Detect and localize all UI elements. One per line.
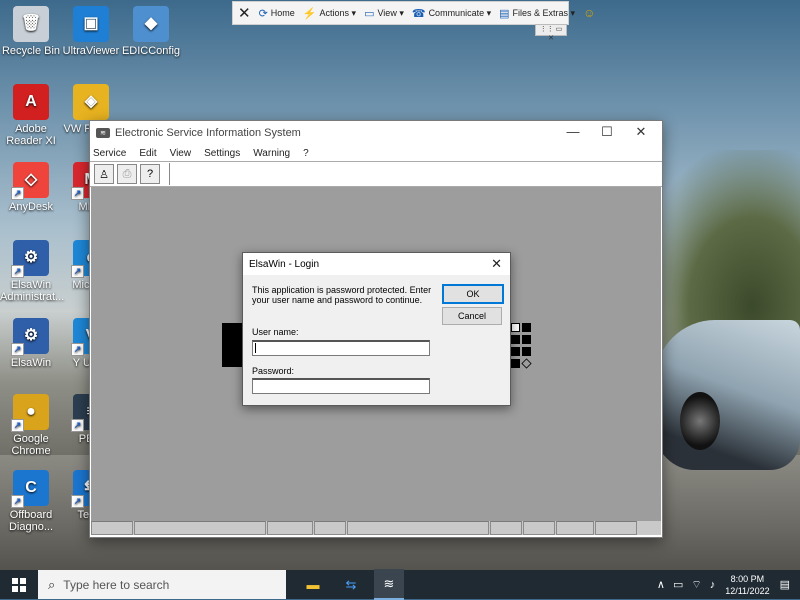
tv-feedback-button[interactable]: ☺ — [583, 6, 595, 20]
battery-icon[interactable]: ▭ — [673, 578, 683, 591]
home-icon: ⟳ — [258, 7, 268, 20]
print-icon[interactable]: ⎙ — [117, 164, 137, 184]
toolbar: ♙ ⎙ ? — [90, 161, 662, 187]
volume-icon[interactable]: ♪ — [710, 579, 716, 591]
desktop-icon-label: Recycle Bin — [1, 45, 61, 57]
elsawin-admin-icon: ⚙ — [11, 240, 49, 278]
anydesk-icon: ◇ — [11, 162, 49, 200]
tv-files-extras-button[interactable]: ▤ Files & Extras ▾ — [499, 7, 575, 20]
desktop-icon-label: AnyDesk — [8, 201, 54, 213]
desktop-icon[interactable]: ⚙ElsaWin Administrat... — [0, 240, 65, 303]
taskbar-search[interactable]: ⌕ Type here to search — [38, 570, 286, 599]
dialog-message: This application is password protected. … — [252, 285, 432, 305]
login-dialog: ElsaWin - Login ✕ This application is pa… — [242, 252, 511, 406]
desktop-icon[interactable]: ▣ UltraViewer — [60, 6, 122, 57]
ultraviewer-icon: ▣ — [73, 6, 109, 42]
desktop-icon[interactable]: A Adobe Reader XI — [0, 84, 62, 147]
dialog-titlebar[interactable]: ElsaWin - Login ✕ — [243, 253, 510, 275]
system-tray: ∧ ▭ ⌔ ♪ 8:00 PM 12/11/2022 ▤ — [653, 570, 800, 599]
tv-communicate-button[interactable]: ☎ Communicate ▾ — [412, 7, 491, 20]
files-icon: ▤ — [499, 7, 510, 20]
communicate-icon: ☎ — [411, 7, 426, 20]
ediconfig-icon: ◆ — [133, 6, 169, 42]
menu-settings[interactable]: Settings — [204, 148, 240, 159]
elsawin-icon: ⚙ — [11, 318, 49, 356]
desktop-icon[interactable]: ●Google Chrome — [0, 394, 62, 457]
close-icon[interactable]: ✕ — [238, 4, 251, 22]
menu-help[interactable]: ? — [303, 148, 309, 159]
dialog-title: ElsaWin - Login — [249, 258, 320, 270]
desktop-icon-label: Google Chrome — [11, 433, 51, 457]
view-icon: ▭ — [364, 7, 375, 20]
wifi-icon[interactable]: ⌔ — [691, 578, 701, 592]
toolbar-separator — [169, 163, 170, 185]
system-clock[interactable]: 8:00 PM 12/11/2022 — [725, 573, 769, 597]
maximize-button[interactable]: ☐ — [590, 121, 624, 143]
teamviewer-toolbar: ✕ ⟳ Home ⚡ Actions ▾ ▭ View ▾ ☎ Communicate … — [232, 1, 595, 25]
clock-time: 8:00 PM — [730, 573, 765, 584]
menu-service[interactable]: Service — [93, 148, 126, 159]
password-label: Password: — [252, 366, 295, 376]
text-caret — [255, 343, 256, 353]
tray-chevron-icon[interactable]: ∧ — [657, 578, 665, 591]
user-name-label: User name: — [252, 327, 299, 337]
desktop-icon-label: UltraViewer — [62, 45, 120, 57]
tv-actions-button[interactable]: ⚡ Actions ▾ — [303, 7, 356, 20]
elsawin-logo-right — [511, 323, 537, 369]
desktop-icon[interactable]: 🗑 Recycle Bin — [0, 6, 62, 57]
elsawin-taskbar-icon[interactable]: ≋ — [374, 569, 404, 600]
search-placeholder: Type here to search — [63, 577, 170, 592]
desktop-icon-label: Offboard Diagno... — [8, 509, 54, 533]
vw-pdx-icon: ◈ — [73, 84, 109, 120]
windows-icon — [12, 577, 26, 592]
desktop-icon-label: ElsaWin Administrat... — [0, 279, 65, 303]
actions-icon: ⚡ — [302, 7, 317, 20]
status-bar — [91, 521, 661, 535]
desktop-icon-label: ElsaWin — [10, 357, 52, 369]
wallpaper-car-wheel — [680, 392, 720, 450]
app-icon: ≋ — [96, 128, 110, 138]
desktop-icon-label: Adobe Reader XI — [6, 123, 56, 147]
wallpaper-car — [655, 320, 800, 470]
password-field[interactable] — [252, 378, 430, 394]
window-title: Electronic Service Information System — [115, 127, 301, 139]
desktop-icon[interactable]: ⚙ElsaWin — [0, 318, 62, 369]
clock-date: 12/11/2022 — [725, 585, 770, 596]
tv-home-button[interactable]: ⟳ Home — [259, 7, 295, 20]
teamviewer-grip[interactable]: ⋮⋮ ▭ ✕ — [535, 24, 567, 42]
minimize-button[interactable]: — — [556, 121, 590, 143]
offboard-diagnostic-icon: C — [11, 470, 49, 508]
menu-bar: Service Edit View Settings Warning ? — [90, 145, 662, 161]
menu-warning[interactable]: Warning — [253, 148, 290, 159]
recycle-bin-icon: 🗑 — [13, 6, 49, 42]
file-explorer-taskbar-icon[interactable]: ▬ — [298, 570, 328, 599]
user-icon[interactable]: ♙ — [94, 164, 114, 184]
ok-button[interactable]: OK — [442, 284, 504, 304]
desktop-icon-label: EDICConfig — [121, 45, 181, 57]
desktop-icon[interactable]: ◆ EDICConfig — [120, 6, 182, 57]
tv-view-button[interactable]: ▭ View ▾ — [364, 7, 404, 20]
search-icon: ⌕ — [48, 576, 56, 592]
desktop-icon[interactable]: COffboard Diagno... — [0, 470, 62, 533]
chrome-icon: ● — [11, 394, 49, 432]
cancel-button[interactable]: Cancel — [442, 307, 502, 325]
notification-icon[interactable]: ▤ — [780, 578, 790, 591]
desktop-icon[interactable]: ◇AnyDesk — [0, 162, 62, 213]
adobe-reader-icon: A — [13, 84, 49, 120]
teamviewer-taskbar-icon[interactable]: ⇆ — [336, 570, 366, 599]
user-name-field[interactable] — [252, 340, 430, 356]
dialog-close-icon[interactable]: ✕ — [491, 256, 502, 272]
start-button[interactable] — [0, 570, 38, 599]
menu-edit[interactable]: Edit — [139, 148, 156, 159]
window-close-button[interactable]: ✕ — [624, 121, 658, 143]
help-icon[interactable]: ? — [140, 164, 160, 184]
taskbar: ⌕ Type here to search ▬ ⇆ ≋ ∧ ▭ ⌔ ♪ 8:00… — [0, 569, 800, 600]
menu-view[interactable]: View — [170, 148, 192, 159]
